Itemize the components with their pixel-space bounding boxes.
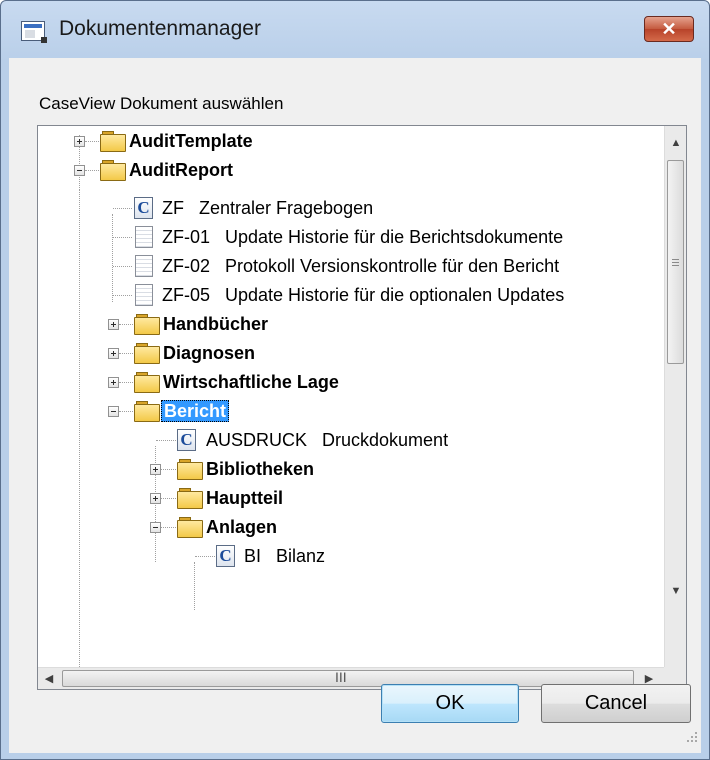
expand-icon[interactable] (108, 377, 119, 388)
tree-item-anlagen[interactable]: Anlagen (38, 513, 664, 542)
folder-icon (134, 314, 160, 335)
close-icon: ✕ (661, 19, 677, 39)
collapse-icon[interactable] (150, 522, 161, 533)
tree-item-diagnosen[interactable]: Diagnosen (38, 339, 664, 368)
tree-item-bi[interactable]: C BI Bilanz (38, 542, 664, 571)
tree-item-label: Diagnosen (163, 343, 256, 363)
folder-icon (177, 459, 203, 480)
folder-icon (100, 160, 126, 181)
tree-item-label: AuditTemplate (129, 131, 253, 151)
tree-item-wirtschaftliche-lage[interactable]: Wirtschaftliche Lage (38, 368, 664, 397)
text-document-icon (135, 226, 153, 248)
text-document-icon (135, 284, 153, 306)
tree-item-label: Anlagen (206, 517, 278, 537)
selected-item-highlight: Bericht (161, 397, 230, 426)
tree-item-label: ZF-01 Update Historie für die Berichtsdo… (162, 227, 564, 247)
tree-item-label: Handbücher (163, 314, 269, 334)
folder-icon (134, 401, 160, 422)
folder-icon (134, 372, 160, 393)
tree-item-bibliotheken[interactable]: Bibliotheken (38, 455, 664, 484)
folder-icon (177, 517, 203, 538)
vertical-scroll-thumb[interactable] (667, 160, 684, 364)
expand-icon[interactable] (74, 136, 85, 147)
tree-item-zf-02[interactable]: ZF-02 Protokoll Versionskontrolle für de… (38, 252, 664, 281)
tree-item-hauptteil[interactable]: Hauptteil (38, 484, 664, 513)
collapse-icon[interactable] (108, 406, 119, 417)
scroll-up-button[interactable]: ▲ (665, 132, 686, 154)
title-bar[interactable]: Dokumentenmanager ✕ (1, 1, 709, 57)
tree-item-label: ZF-02 Protokoll Versionskontrolle für de… (162, 256, 560, 276)
cancel-button[interactable]: Cancel (541, 684, 691, 723)
tree-item-label: AUSDRUCK Druckdokument (206, 430, 449, 450)
tree-item-handbuecher[interactable]: Handbücher (38, 310, 664, 339)
folder-icon (177, 488, 203, 509)
tree-viewport: AuditTemplate AuditReport C ZF Zentraler… (38, 126, 664, 667)
caseview-document-icon: C (216, 545, 235, 567)
window-title: Dokumentenmanager (59, 17, 261, 40)
text-document-icon (135, 255, 153, 277)
tree-item-zf-05[interactable]: ZF-05 Update Historie für die optionalen… (38, 281, 664, 310)
collapse-icon[interactable] (74, 165, 85, 176)
expand-icon[interactable] (150, 493, 161, 504)
dialog-body: CaseView Dokument auswählen AuditTemplat… (9, 58, 701, 753)
tree-item-label: Wirtschaftliche Lage (163, 372, 339, 392)
close-button[interactable]: ✕ (644, 16, 694, 42)
tree-item-audittemplate[interactable]: AuditTemplate (38, 127, 664, 156)
tree-item-label: Bibliotheken (206, 459, 315, 479)
scroll-down-button[interactable]: ▼ (665, 580, 686, 602)
ok-button[interactable]: OK (381, 684, 519, 723)
folder-icon (134, 343, 160, 364)
tree-item-auditreport[interactable]: AuditReport (38, 156, 664, 185)
tree-item-label: AuditReport (129, 160, 233, 180)
scroll-left-button[interactable]: ◀ (38, 668, 60, 689)
vertical-scrollbar[interactable]: ▲ ▼ (664, 126, 686, 667)
tree-item-label: ZF-05 Update Historie für die optionalen… (162, 285, 565, 305)
document-tree[interactable]: AuditTemplate AuditReport C ZF Zentraler… (37, 125, 687, 690)
tree-item-label: ZF Zentraler Fragebogen (162, 198, 374, 218)
scroll-grip: III (335, 669, 347, 685)
tree-item-zf[interactable]: C ZF Zentraler Fragebogen (38, 194, 664, 223)
caseview-document-icon: C (177, 429, 196, 451)
expand-icon[interactable] (108, 348, 119, 359)
selection-prompt-label: CaseView Dokument auswählen (39, 94, 284, 113)
tree-item-label: BI Bilanz (244, 546, 326, 566)
tree-item-zf-01[interactable]: ZF-01 Update Historie für die Berichtsdo… (38, 223, 664, 252)
folder-icon (100, 131, 126, 152)
dialog-window: Dokumentenmanager ✕ CaseView Dokument au… (0, 0, 710, 760)
tree-item-label: Hauptteil (206, 488, 284, 508)
size-grip-icon[interactable] (685, 730, 699, 744)
expand-icon[interactable] (150, 464, 161, 475)
tree-item-label: Bericht (161, 400, 230, 422)
expand-icon[interactable] (108, 319, 119, 330)
tree-item-bericht[interactable]: Bericht (38, 397, 664, 426)
application-window-icon[interactable] (21, 21, 47, 43)
caseview-document-icon: C (134, 197, 153, 219)
tree-item-ausdruck[interactable]: C AUSDRUCK Druckdokument (38, 426, 664, 455)
